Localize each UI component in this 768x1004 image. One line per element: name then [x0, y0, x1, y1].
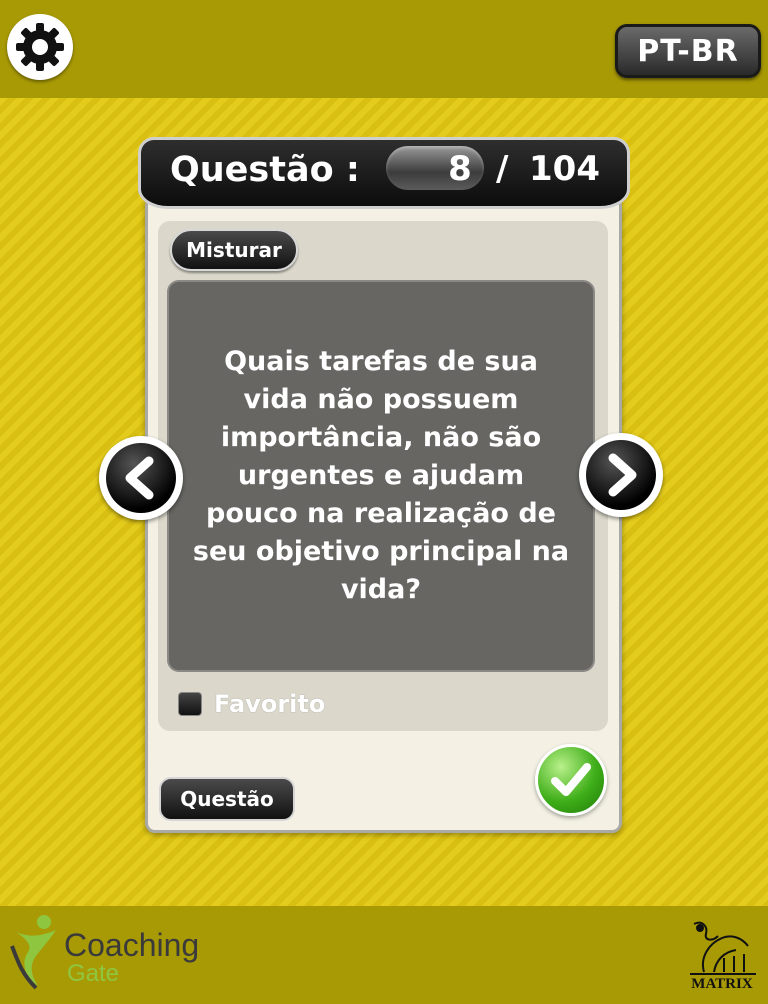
favorite-row[interactable]: Favorito	[178, 688, 325, 720]
checkmark-icon	[551, 763, 591, 796]
shuffle-button[interactable]: Misturar	[170, 229, 298, 271]
counter-separator: /	[496, 149, 509, 189]
confirm-button[interactable]	[535, 744, 607, 816]
coaching-gate-logo-icon	[10, 915, 56, 990]
favorite-checkbox[interactable]	[178, 692, 202, 716]
question-current-number: 8	[448, 149, 472, 189]
chevron-right-icon	[608, 453, 637, 497]
coaching-gate-title: Coaching	[64, 927, 200, 963]
question-box: Quais tarefas de sua vida não possuem im…	[167, 280, 595, 672]
question-total-count: 104	[529, 149, 600, 189]
question-button[interactable]: Questão	[159, 777, 295, 821]
favorite-label: Favorito	[214, 690, 326, 718]
question-text: Quais tarefas de sua vida não possuem im…	[192, 346, 570, 605]
next-question-button[interactable]	[579, 433, 663, 517]
settings-button[interactable]	[7, 14, 73, 80]
question-header-label: Questão :	[170, 150, 360, 190]
matrix-label: MATRIX	[691, 976, 753, 992]
coaching-gate-subtitle: Gate	[67, 960, 120, 987]
gear-icon	[16, 23, 64, 71]
chevron-left-icon	[125, 456, 154, 500]
previous-question-button[interactable]	[99, 436, 183, 520]
language-button[interactable]: PT-BR	[615, 24, 761, 78]
